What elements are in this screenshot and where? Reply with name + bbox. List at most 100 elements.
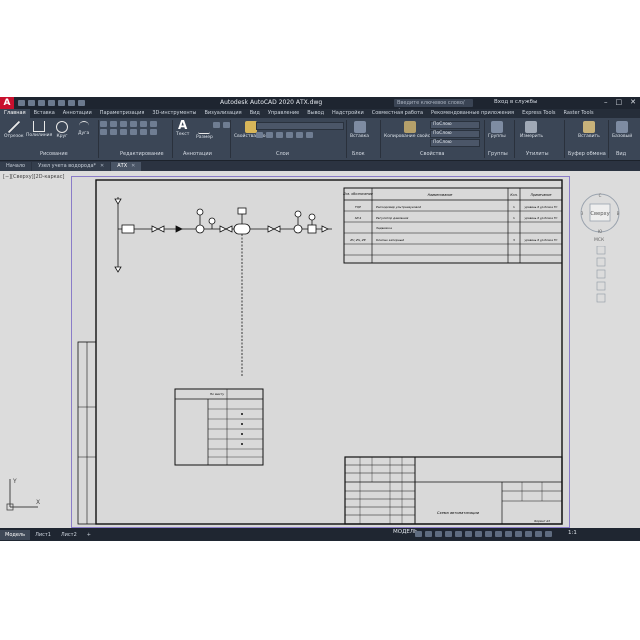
tab-collaborate[interactable]: Совместная работа (368, 109, 427, 118)
plot-icon[interactable] (58, 100, 65, 106)
ortho-icon[interactable] (435, 531, 442, 537)
move-icon[interactable] (120, 121, 127, 127)
otrack-icon[interactable] (465, 531, 472, 537)
group-draw[interactable]: Рисование (40, 151, 68, 157)
tab-express-tools[interactable]: Express Tools (518, 109, 559, 118)
mirror-icon[interactable] (110, 129, 117, 135)
group-modify[interactable]: Редактирование (120, 151, 164, 157)
osnap-icon[interactable] (455, 531, 462, 537)
rectangle-icon[interactable] (100, 121, 107, 127)
insert-block-tool[interactable]: Вставка (350, 121, 369, 139)
viewport-controls[interactable]: [−][Сверху][2D-каркас] (3, 174, 64, 180)
copy-icon[interactable] (100, 129, 107, 135)
paste-tool[interactable]: Вставить (578, 121, 600, 139)
layer-on-icon[interactable] (256, 132, 263, 138)
tab-output[interactable]: Вывод (303, 109, 328, 118)
layer-freeze-icon[interactable] (266, 132, 273, 138)
color-dropdown[interactable]: ПоСлою (430, 121, 480, 129)
fillet-icon[interactable] (120, 129, 127, 135)
tab-insert[interactable]: Вставка (30, 109, 59, 118)
tab-3d-tools[interactable]: 3D-инструменты (148, 109, 200, 118)
measure-tool[interactable]: Измерить (520, 121, 543, 139)
linetype-dropdown[interactable]: ПоСлою (430, 130, 480, 138)
erase-icon[interactable] (150, 121, 157, 127)
group-block[interactable]: Блок (352, 151, 365, 157)
minimize-button[interactable]: – (604, 98, 608, 106)
add-layout-button[interactable]: + (82, 530, 96, 540)
snap-icon[interactable] (425, 531, 432, 537)
close-tab-icon[interactable]: ✕ (100, 163, 104, 169)
trim-icon[interactable] (140, 121, 147, 127)
grid-icon[interactable] (415, 531, 422, 537)
polyline-tool[interactable]: Полилиния (26, 121, 52, 138)
sign-in-link[interactable]: Вход в службы (494, 99, 537, 105)
line-tool[interactable]: Отрезок (4, 121, 24, 139)
layer-isolate-icon[interactable] (306, 132, 313, 138)
save-as-icon[interactable] (48, 100, 55, 106)
file-tab-atx[interactable]: АТХ ✕ (111, 162, 142, 171)
group-groups[interactable]: Группы (488, 151, 508, 157)
dimension-tool[interactable]: Размер (196, 121, 213, 140)
group-view[interactable]: Вид (616, 151, 626, 157)
polar-icon[interactable] (445, 531, 452, 537)
annotation-scale[interactable]: 1:1 (568, 530, 577, 536)
new-icon[interactable] (18, 100, 25, 106)
lineweight-dropdown[interactable]: ПоСлою (430, 139, 480, 147)
base-view-tool[interactable]: Базовый (612, 121, 632, 139)
open-icon[interactable] (28, 100, 35, 106)
layer-lock-icon[interactable] (276, 132, 283, 138)
layer-dropdown[interactable] (256, 122, 344, 130)
groups-tool[interactable]: Группы (488, 121, 506, 139)
arc-tool[interactable]: Дуга (78, 121, 89, 136)
explode-icon[interactable] (130, 129, 137, 135)
wcs-menu[interactable]: МСК (594, 238, 604, 243)
table-icon[interactable] (223, 122, 230, 128)
layout-tab-sheet2[interactable]: Лист2 (56, 530, 82, 540)
layout-tab-model[interactable]: Модель (0, 529, 31, 540)
circle-tool[interactable]: Круг (56, 121, 68, 139)
autocad-logo[interactable]: A (0, 97, 14, 109)
group-properties[interactable]: Свойства (420, 151, 444, 157)
workspace-icon[interactable] (515, 531, 522, 537)
model-space-canvas[interactable]: [−][Сверху][2D-каркас] Поз. обозначение … (0, 171, 640, 528)
viewcube[interactable]: Сверху С Ю З В (578, 191, 622, 235)
tab-parametric[interactable]: Параметризация (96, 109, 149, 118)
layer-previous-icon[interactable] (296, 132, 303, 138)
group-utilities[interactable]: Утилиты (526, 151, 549, 157)
selection-cycling-icon[interactable] (495, 531, 502, 537)
file-tab-start[interactable]: Начало (0, 162, 32, 171)
annotation-scale-icon[interactable] (505, 531, 512, 537)
tab-annotate[interactable]: Аннотации (59, 109, 96, 118)
scale-icon[interactable] (150, 129, 157, 135)
fullscreen-icon[interactable] (535, 531, 542, 537)
tab-home[interactable]: Главная (0, 109, 30, 118)
close-button[interactable]: ✕ (630, 98, 636, 106)
transparency-icon[interactable] (485, 531, 492, 537)
search-input[interactable]: Введите ключевое слово/фразу (394, 99, 473, 114)
file-tab-hydrogen[interactable]: Узел учета водорода* ✕ (32, 162, 111, 171)
tab-view[interactable]: Вид (246, 109, 264, 118)
group-layers[interactable]: Слои (276, 151, 289, 157)
maximize-button[interactable]: □ (616, 98, 623, 106)
match-properties-tool[interactable]: Копирование свойств (384, 121, 435, 139)
customize-icon[interactable] (545, 531, 552, 537)
tab-addins[interactable]: Надстройки (328, 109, 368, 118)
rotate-icon[interactable] (130, 121, 137, 127)
stretch-icon[interactable] (140, 129, 147, 135)
group-annotation[interactable]: Аннотации (183, 151, 212, 157)
redo-icon[interactable] (78, 100, 85, 106)
group-clipboard[interactable]: Буфер обмена (568, 151, 606, 157)
close-tab-icon[interactable]: ✕ (131, 163, 135, 169)
text-tool[interactable]: A Текст (176, 119, 189, 137)
save-icon[interactable] (38, 100, 45, 106)
drawing-sheet[interactable]: Поз. обозначение Наименование Кол. Приме… (71, 176, 570, 528)
tab-manage[interactable]: Управление (264, 109, 303, 118)
tab-featured-apps[interactable]: Рекомендованные приложения (427, 109, 518, 118)
lineweight-icon[interactable] (475, 531, 482, 537)
isolate-icon[interactable] (525, 531, 532, 537)
tab-visualize[interactable]: Визуализация (200, 109, 245, 118)
hatch-icon[interactable] (110, 121, 117, 127)
layout-tab-sheet1[interactable]: Лист1 (30, 530, 56, 540)
undo-icon[interactable] (68, 100, 75, 106)
tab-raster-tools[interactable]: Raster Tools (560, 109, 598, 118)
